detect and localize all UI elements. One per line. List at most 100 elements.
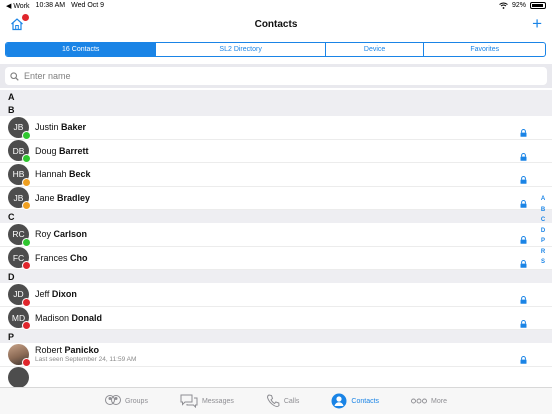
messages-icon — [180, 394, 198, 408]
contact-name-block: Doug Barrett — [35, 146, 89, 156]
contact-name-block: Roy Carlson — [35, 229, 87, 239]
avatar-initials: RC — [12, 229, 25, 240]
nav-bar: Contacts + — [0, 11, 552, 38]
avatar: RC — [8, 223, 31, 247]
lock-icon — [520, 315, 527, 328]
contact-first-name: Jeff — [35, 289, 52, 300]
segment-sl2-directory[interactable]: SL2 Directory — [156, 43, 326, 56]
status-time: 10:38 AM — [35, 2, 66, 9]
contact-first-name: Jane — [35, 192, 58, 203]
search-icon — [10, 71, 19, 81]
contact-row[interactable]: RC Roy Carlson — [0, 223, 552, 247]
lock-icon — [520, 231, 527, 244]
battery-icon — [530, 2, 546, 9]
tab-messages[interactable]: Messages — [164, 388, 250, 414]
contacts-icon — [331, 393, 347, 409]
segment-16-contacts[interactable]: 16 Contacts — [6, 43, 157, 56]
segmented-control: 16 Contacts SL2 Directory Device Favorites — [5, 42, 546, 57]
contact-row[interactable]: DB Doug Barrett — [0, 140, 552, 164]
contacts-screen: ◀ Work 10:38 AM Wed Oct 9 92% Contacts + — [0, 0, 552, 414]
index-letter-s[interactable]: S — [541, 259, 545, 265]
tab-calls[interactable]: Calls — [250, 388, 316, 414]
search-placeholder: Enter name — [24, 71, 71, 81]
contact-last-name: Dixon — [51, 289, 77, 300]
search-input[interactable]: Enter name — [5, 67, 547, 85]
presence-indicator — [22, 357, 31, 367]
avatar — [8, 367, 29, 387]
presence-indicator — [22, 130, 31, 140]
more-icon — [411, 398, 427, 404]
presence-indicator — [22, 237, 31, 247]
contact-list[interactable]: A B JB Justin Baker DB Doug Barrett HB Hannah B… — [0, 90, 552, 387]
tab-contacts[interactable]: Contacts — [315, 388, 395, 414]
lock-icon — [520, 255, 527, 268]
tab-label: Calls — [283, 397, 300, 405]
contact-last-name: Panicko — [64, 345, 100, 356]
presence-indicator — [22, 201, 31, 211]
contact-first-name: Justin — [35, 122, 62, 133]
index-letter-a[interactable]: A — [541, 196, 545, 202]
battery-percent: 92% — [511, 2, 526, 9]
presence-indicator — [22, 261, 31, 271]
index-letter-c[interactable]: C — [541, 217, 545, 223]
index-letter-d[interactable]: D — [541, 228, 545, 234]
contact-row[interactable]: JB Jane Bradley — [0, 187, 552, 211]
contact-name: Justin Baker — [35, 122, 86, 132]
tab-label: Contacts — [351, 397, 380, 405]
avatar — [8, 343, 31, 367]
contact-first-name: Hannah — [35, 169, 70, 180]
home-button[interactable] — [10, 14, 29, 33]
plus-icon: + — [532, 14, 542, 33]
contact-last-name: Donald — [71, 312, 103, 323]
lock-icon — [520, 148, 527, 161]
tab-label: Groups — [124, 397, 148, 405]
contact-name-block: Frances Cho — [35, 253, 88, 263]
contact-name: Jeff Dixon — [35, 289, 77, 299]
contact-first-name: Robert — [35, 345, 65, 356]
contact-row[interactable]: Robert Panicko Last seen September 24, 11… — [0, 343, 552, 367]
avatar: JB — [8, 187, 31, 211]
avatar: DB — [8, 140, 31, 164]
contact-name: Robert Panicko — [35, 345, 136, 355]
section-header-c: C — [0, 210, 552, 223]
segment-favorites[interactable]: Favorites — [424, 43, 545, 56]
contact-last-name: Barrett — [59, 145, 89, 156]
segment-device[interactable]: Device — [326, 43, 425, 56]
presence-indicator — [22, 154, 31, 164]
contact-row[interactable]: JB Justin Baker — [0, 116, 552, 140]
contact-name-block: Justin Baker — [35, 122, 86, 132]
contact-first-name: Madison — [35, 312, 72, 323]
index-letter-r[interactable]: R — [541, 249, 545, 255]
contact-name: Roy Carlson — [35, 229, 87, 239]
avatar-initials: JB — [13, 122, 24, 133]
contact-row[interactable]: JD Jeff Dixon — [0, 283, 552, 307]
tab-more[interactable]: More — [395, 388, 463, 414]
contact-name: Hannah Beck — [35, 169, 91, 179]
contact-row[interactable]: MD Madison Donald — [0, 307, 552, 331]
contact-row[interactable]: FC Frances Cho — [0, 247, 552, 271]
section-header-b: B — [0, 103, 552, 116]
contact-name-block: Hannah Beck — [35, 169, 91, 179]
contact-last-name: Baker — [61, 122, 87, 133]
search-bar: Enter name — [0, 64, 552, 88]
contact-row[interactable] — [0, 367, 552, 387]
contact-name-block: Jane Bradley — [35, 193, 90, 203]
carrier-label[interactable]: ◀ Work — [6, 2, 30, 10]
contact-row[interactable]: HB Hannah Beck — [0, 163, 552, 187]
avatar-initials: HB — [12, 169, 25, 180]
contact-first-name: Roy — [35, 229, 54, 240]
contact-last-name: Beck — [69, 169, 91, 180]
notification-badge — [22, 14, 29, 21]
presence-indicator — [22, 297, 31, 307]
index-letter-p[interactable]: P — [541, 238, 545, 244]
lock-icon — [520, 171, 527, 184]
index-letter-b[interactable]: B — [541, 207, 545, 213]
lock-icon — [520, 124, 527, 137]
avatar: JB — [8, 116, 31, 140]
add-contact-button[interactable]: + — [532, 15, 542, 33]
alphabet-index[interactable]: ABCDPRS — [538, 196, 548, 265]
tab-groups[interactable]: Groups — [89, 388, 164, 414]
avatar: FC — [8, 247, 31, 271]
contact-last-name: Carlson — [53, 229, 88, 240]
contact-name: Frances Cho — [35, 253, 88, 263]
